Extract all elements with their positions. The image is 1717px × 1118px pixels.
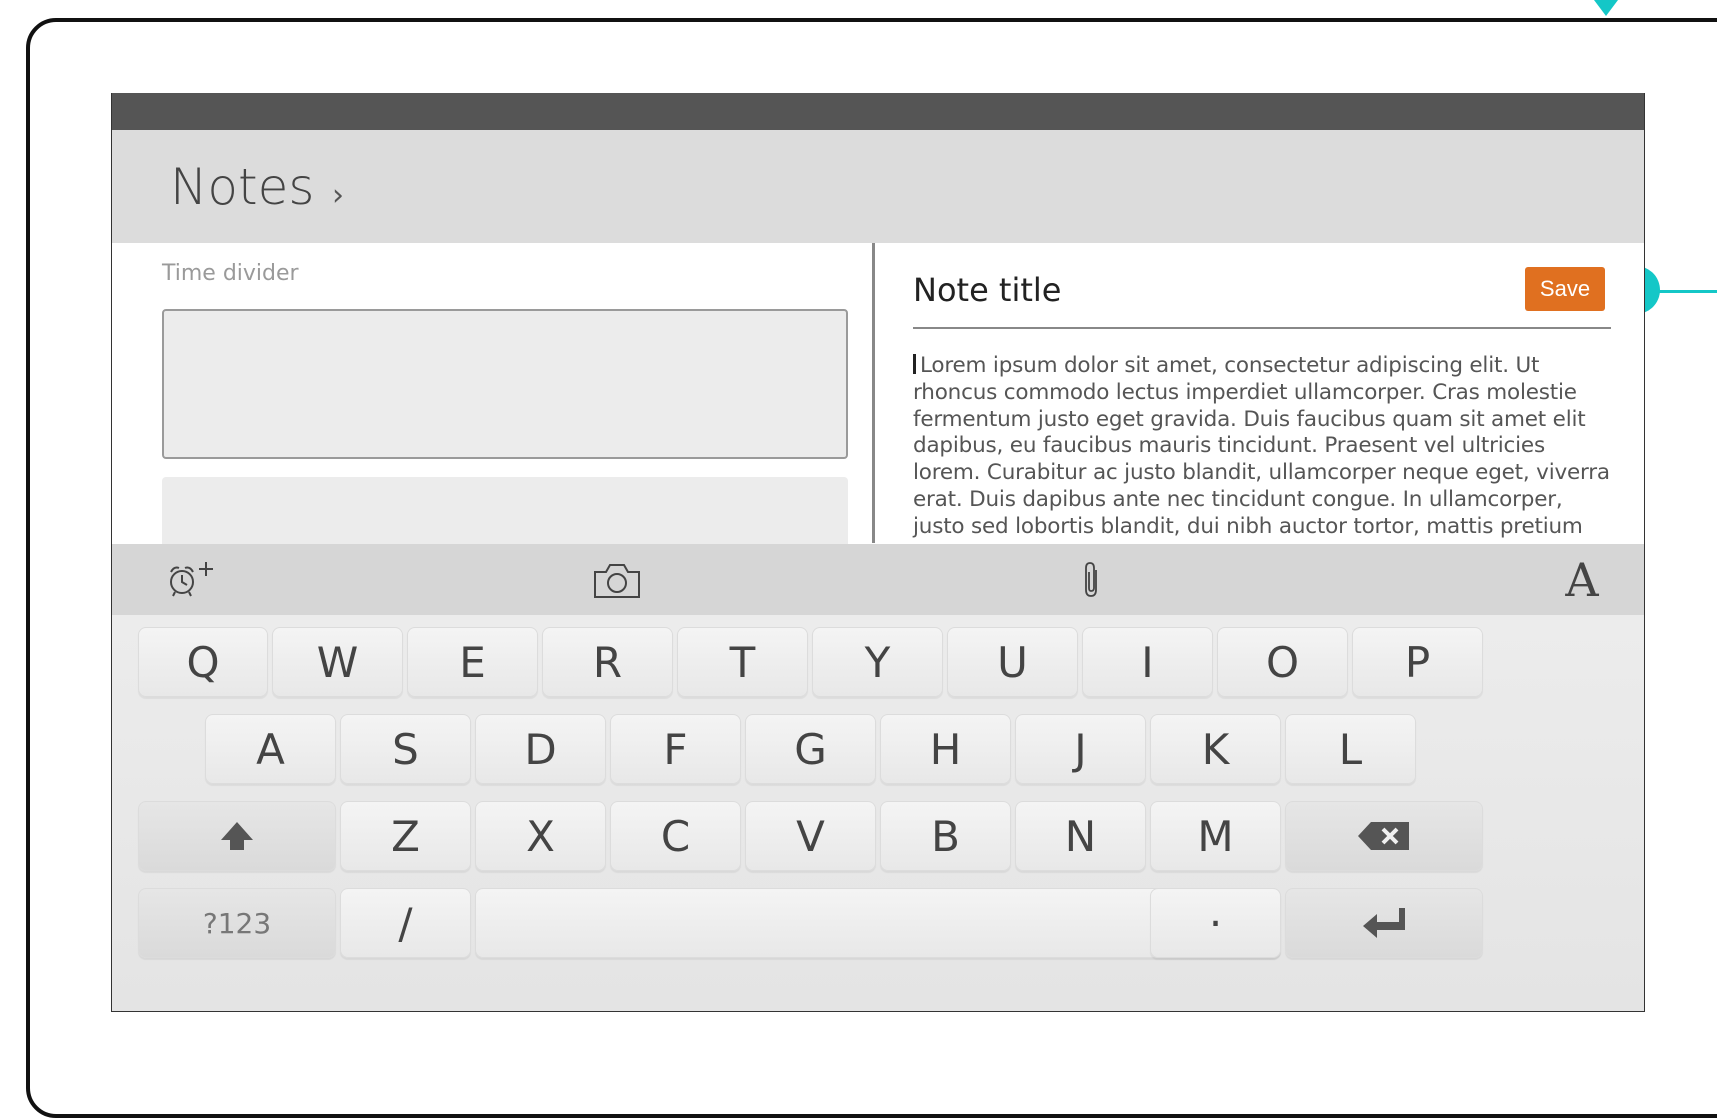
app-header: Notes › [112,130,1644,243]
key-v[interactable]: V [745,801,876,871]
shift-key[interactable] [138,801,336,871]
key-e[interactable]: E [407,627,538,697]
key-f[interactable]: F [610,714,741,784]
key-k[interactable]: K [1150,714,1281,784]
key-r[interactable]: R [542,627,673,697]
time-divider-label: Time divider [162,261,299,286]
key-g[interactable]: G [745,714,876,784]
note-card-selected[interactable] [162,309,848,459]
key-q[interactable]: Q [138,627,268,697]
notes-list-pane: Time divider [112,243,872,597]
key-h[interactable]: H [880,714,1011,784]
key-n[interactable]: N [1015,801,1146,871]
key-i[interactable]: I [1082,627,1213,697]
note-body-field[interactable]: Lorem ipsum dolor sit amet, consectetur … [913,353,1618,543]
shift-arrow-icon [221,822,253,850]
enter-icon [1363,908,1405,938]
status-bar [112,93,1644,130]
key-m[interactable]: M [1150,801,1281,871]
on-screen-keyboard: Q W E R T Y U I O P A S D F G H J K L Z … [112,615,1644,1011]
key-x[interactable]: X [475,801,606,871]
key-l[interactable]: L [1285,714,1416,784]
key-c[interactable]: C [610,801,741,871]
key-w[interactable]: W [272,627,403,697]
key-period[interactable]: · [1150,888,1281,958]
key-z[interactable]: Z [340,801,471,871]
key-slash[interactable]: / [340,888,471,958]
app-title: Notes [170,158,315,216]
numbers-key[interactable]: ?123 [138,888,336,958]
title-underline [913,327,1611,329]
key-o[interactable]: O [1217,627,1348,697]
key-p[interactable]: P [1352,627,1483,697]
key-u[interactable]: U [947,627,1078,697]
key-a[interactable]: A [205,714,336,784]
backspace-icon [1358,822,1409,850]
key-d[interactable]: D [475,714,606,784]
enter-key[interactable] [1285,888,1483,958]
key-t[interactable]: T [677,627,808,697]
key-j[interactable]: J [1015,714,1146,784]
keyboard-toolbar: A [112,544,1644,615]
paperclip-icon[interactable] [1072,544,1112,615]
text-cursor [913,354,916,374]
annotation-line [1650,290,1717,293]
chevron-right-icon[interactable]: › [332,178,344,213]
note-body-text: Lorem ipsum dolor sit amet, consectetur … [913,353,1610,543]
annotation-arrow-icon [1594,0,1618,16]
key-b[interactable]: B [880,801,1011,871]
camera-icon[interactable] [587,544,647,615]
save-button[interactable]: Save [1525,267,1605,311]
alarm-add-icon[interactable] [162,544,222,615]
note-title-field[interactable]: Note title [913,271,1061,309]
tablet-screen: Notes › Time divider Note title Save Lor… [111,93,1645,1012]
backspace-key[interactable] [1285,801,1483,871]
key-y[interactable]: Y [812,627,943,697]
font-icon[interactable]: A [1552,544,1612,615]
key-s[interactable]: S [340,714,471,784]
note-editor-pane: Note title Save Lorem ipsum dolor sit am… [875,243,1644,543]
